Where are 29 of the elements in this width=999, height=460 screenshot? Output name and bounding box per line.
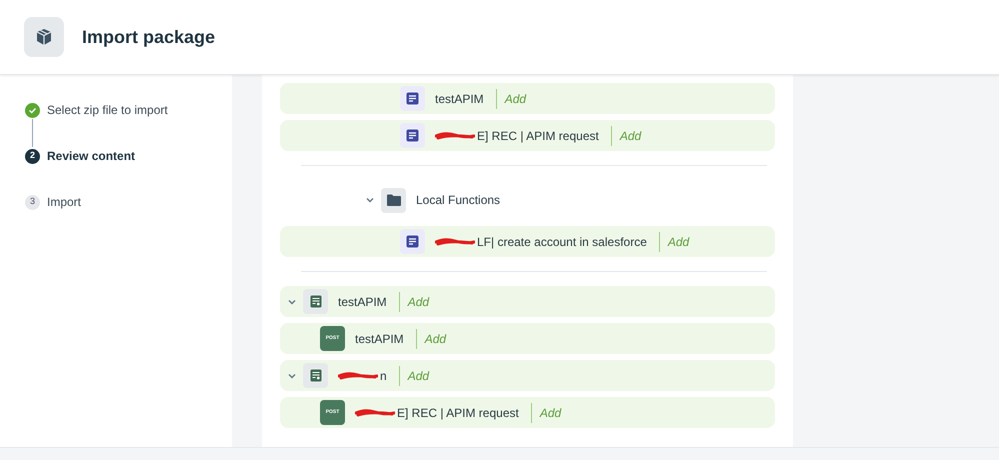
api-collection-icon xyxy=(303,363,328,388)
item-name: E] REC | APIM request xyxy=(477,128,599,144)
document-icon xyxy=(400,86,425,111)
package-icon xyxy=(24,17,64,57)
add-link[interactable]: Add xyxy=(416,328,446,348)
item-name: testAPIM xyxy=(355,330,404,348)
item-name: LF| create account in salesforce xyxy=(477,234,647,250)
item-name: testAPIM xyxy=(435,90,484,108)
add-link[interactable]: Add xyxy=(658,232,690,252)
add-link[interactable]: Add xyxy=(398,366,430,386)
step-label[interactable]: Import xyxy=(47,193,82,211)
page-title: Import package xyxy=(82,26,216,49)
add-link[interactable]: Add xyxy=(398,292,430,312)
add-link[interactable]: Add xyxy=(610,126,642,146)
folder-icon xyxy=(381,188,406,212)
item-name: testAPIM xyxy=(338,294,387,310)
item-name: Local Functions xyxy=(416,192,500,209)
chevron-icon[interactable] xyxy=(365,195,375,205)
add-link[interactable]: Add xyxy=(530,402,562,422)
add-link[interactable]: Add xyxy=(496,88,526,108)
step-label[interactable]: Review content xyxy=(47,147,136,165)
step-label[interactable]: Select zip file to import xyxy=(47,101,168,119)
step-number: 3 xyxy=(25,194,40,210)
document-icon xyxy=(400,229,425,254)
api-collection-icon xyxy=(303,289,328,314)
item-name: n xyxy=(380,368,387,384)
document-icon xyxy=(400,123,425,148)
step-number: 2 xyxy=(25,148,40,164)
item-name: E] REC | APIM request xyxy=(397,404,519,422)
